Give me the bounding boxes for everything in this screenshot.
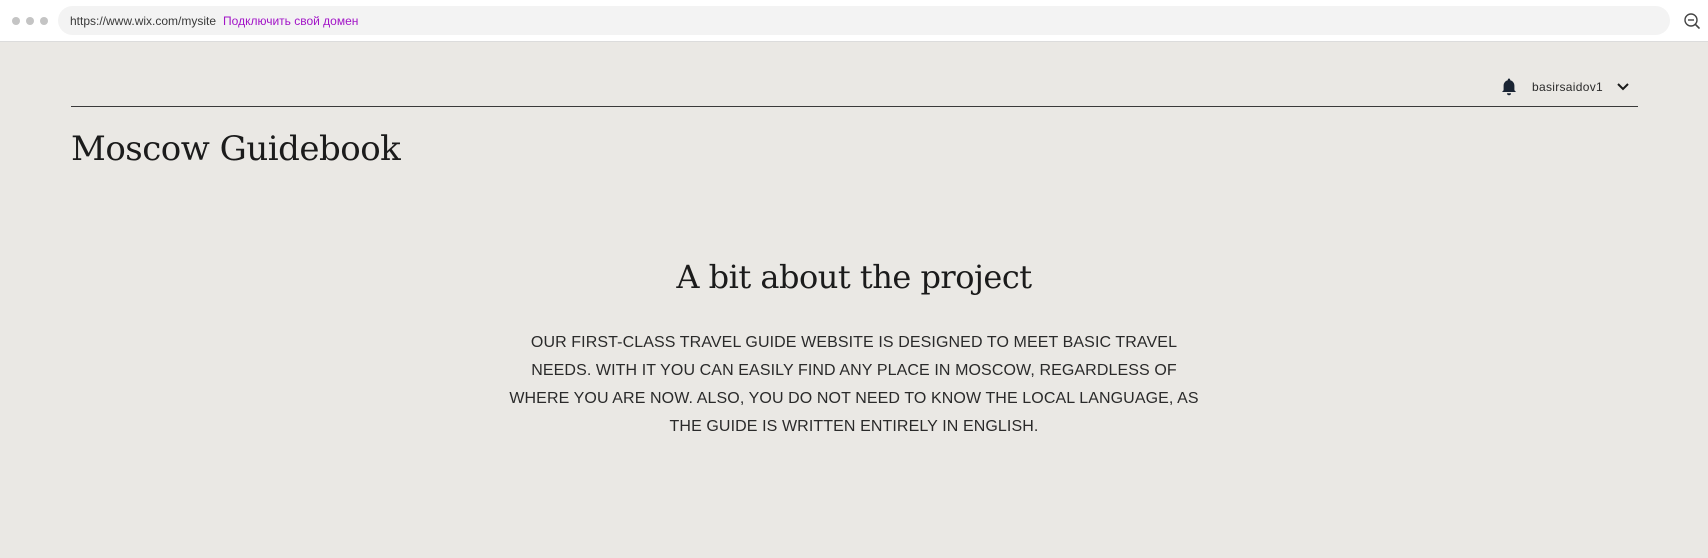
zoom-out-icon[interactable] bbox=[1683, 12, 1701, 30]
window-dot bbox=[12, 17, 20, 25]
user-menu[interactable]: basirsaidov1 bbox=[1500, 76, 1631, 98]
window-dot bbox=[40, 17, 48, 25]
address-bar[interactable]: https://www.wix.com/mysite Подключить св… bbox=[58, 6, 1670, 35]
section-heading: A bit about the project bbox=[676, 258, 1032, 296]
window-dot bbox=[26, 17, 34, 25]
section-body-text: OUR FIRST-CLASS TRAVEL GUIDE WEBSITE IS … bbox=[509, 334, 1199, 435]
chevron-down-icon[interactable] bbox=[1615, 81, 1631, 93]
window-controls bbox=[12, 17, 48, 25]
username[interactable]: basirsaidov1 bbox=[1532, 80, 1603, 94]
connect-domain-link[interactable]: Подключить свой домен bbox=[223, 14, 358, 28]
bell-icon[interactable] bbox=[1500, 77, 1518, 97]
browser-toolbar: https://www.wix.com/mysite Подключить св… bbox=[0, 0, 1708, 42]
url-text[interactable]: https://www.wix.com/mysite bbox=[70, 14, 216, 28]
site-title[interactable]: Moscow Guidebook bbox=[71, 129, 401, 169]
header-divider bbox=[71, 106, 1638, 107]
